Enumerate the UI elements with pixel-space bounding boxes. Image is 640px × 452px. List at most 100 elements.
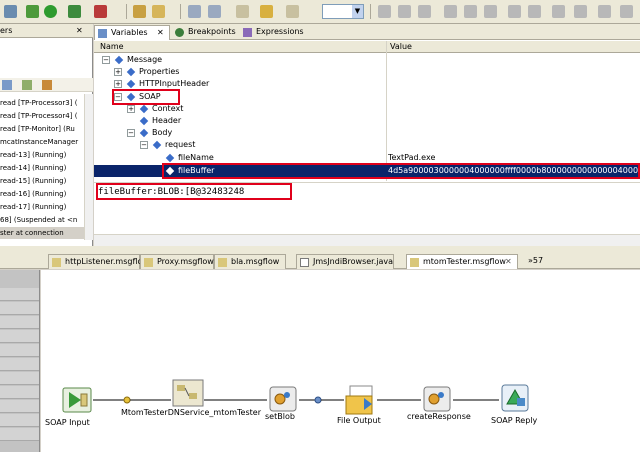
align-top-icon[interactable]: [444, 5, 457, 18]
match-width-icon[interactable]: [508, 5, 521, 18]
collapse-icon[interactable]: −: [140, 141, 148, 149]
tab-jmsjndibrowser[interactable]: JmsJndiBrowser.java: [296, 254, 394, 269]
layout-icon[interactable]: [620, 5, 633, 18]
tab-httplistener[interactable]: httpListener.msgflow: [48, 254, 149, 269]
prev-annotation-icon[interactable]: [236, 5, 249, 18]
use-step-filters-icon[interactable]: [42, 80, 52, 90]
thread-item[interactable]: read-15] (Running): [0, 175, 88, 187]
mtom-service-node[interactable]: [171, 378, 204, 407]
thread-item[interactable]: read [TP-Processor3] (: [0, 97, 88, 109]
palette-drawer[interactable]: [0, 414, 39, 427]
palette-drawer[interactable]: [0, 428, 39, 441]
palette-drawer[interactable]: [0, 344, 39, 357]
chevron-down-icon[interactable]: ▼: [352, 5, 363, 18]
forward-icon[interactable]: [286, 5, 299, 18]
palette-drawer[interactable]: [0, 372, 39, 385]
tree-row[interactable]: Header: [94, 115, 640, 127]
collapse-icon[interactable]: −: [102, 56, 110, 64]
thread-item[interactable]: mcatInstanceManager: [0, 136, 88, 148]
palette-drawer[interactable]: [0, 302, 39, 315]
tab-label: mtomTester.msgflow: [423, 257, 506, 266]
flow-canvas[interactable]: SOAP Input MtomTesterDNService_mtomTeste…: [41, 270, 640, 452]
next-annotation-icon[interactable]: [208, 5, 221, 18]
palette-drawer[interactable]: [0, 316, 39, 329]
external-tools-icon[interactable]: [94, 5, 107, 18]
align-center-icon[interactable]: [398, 5, 411, 18]
align-left-icon[interactable]: [378, 5, 391, 18]
step-icon[interactable]: [22, 80, 32, 90]
layout-icon[interactable]: [598, 5, 611, 18]
node-label: SOAP Reply: [491, 416, 538, 425]
tab-variables[interactable]: Variables ✕: [94, 25, 170, 40]
soap-input-node[interactable]: [61, 386, 93, 414]
tree-row[interactable]: − request: [94, 139, 640, 151]
horizontal-scrollbar[interactable]: [94, 234, 640, 246]
tab-label: httpListener.msgflow: [65, 257, 149, 266]
column-header-name[interactable]: Name: [100, 41, 124, 53]
thread-item[interactable]: 68] (Suspended at <n: [0, 214, 88, 226]
debug-icon[interactable]: [4, 5, 17, 18]
variable-icon: [165, 153, 175, 163]
variable-icon: [126, 79, 136, 89]
open-type-icon[interactable]: [133, 5, 146, 18]
tab-mtomtester[interactable]: mtomTester.msgflow ✕: [406, 254, 518, 269]
tab-overflow-button[interactable]: »57: [528, 256, 543, 265]
debug-view: ers ✕ read [TP-Processor3] ( read [TP-Pr…: [0, 24, 93, 246]
expand-icon[interactable]: +: [114, 68, 122, 76]
vertical-scrollbar[interactable]: [84, 94, 93, 240]
thread-item[interactable]: read [TP-Monitor] (Ru: [0, 123, 88, 135]
debug-run-icon[interactable]: [26, 5, 39, 18]
tab-proxy[interactable]: Proxy.msgflow: [140, 254, 214, 269]
resume-icon[interactable]: [2, 80, 12, 90]
thread-item[interactable]: read-13] (Running): [0, 149, 88, 161]
collapse-icon[interactable]: −: [127, 129, 135, 137]
expand-icon[interactable]: +: [127, 105, 135, 113]
coverage-icon[interactable]: [68, 5, 81, 18]
palette-drawer[interactable]: [0, 400, 39, 413]
tree-row[interactable]: − Message: [94, 54, 640, 66]
palette-drawer[interactable]: [0, 330, 39, 343]
match-height-icon[interactable]: [528, 5, 541, 18]
tab-expressions[interactable]: Expressions: [240, 25, 306, 40]
thread-item[interactable]: read [TP-Processor4] (: [0, 110, 88, 122]
breakpoints-icon: [175, 28, 184, 37]
close-icon[interactable]: ✕: [505, 255, 512, 269]
debug-view-tabbar: ers ✕: [0, 24, 93, 38]
palette: [0, 270, 40, 452]
palette-drawer[interactable]: [0, 288, 39, 301]
close-icon[interactable]: ✕: [76, 26, 83, 35]
layout-icon[interactable]: [552, 5, 565, 18]
tree-row[interactable]: − Body: [94, 127, 640, 139]
tab-breakpoints[interactable]: Breakpoints: [172, 25, 238, 40]
main-toolbar: ▼: [0, 0, 640, 24]
search-icon[interactable]: [152, 5, 165, 18]
thread-item[interactable]: read-16] (Running): [0, 188, 88, 200]
palette-drawer[interactable]: [0, 386, 39, 399]
thread-item[interactable]: read-17] (Running): [0, 201, 88, 213]
expand-icon[interactable]: +: [114, 80, 122, 88]
create-response-node[interactable]: [421, 384, 453, 412]
close-icon[interactable]: ✕: [157, 26, 164, 40]
align-middle-icon[interactable]: [464, 5, 477, 18]
layout-icon[interactable]: [574, 5, 587, 18]
soap-reply-node[interactable]: [499, 382, 531, 412]
back-icon[interactable]: [260, 5, 273, 18]
palette-drawer[interactable]: [0, 358, 39, 371]
tab-bla[interactable]: bla.msgflow: [214, 254, 286, 269]
thread-item-selected[interactable]: ster at connection: [0, 227, 88, 239]
variable-icon: [139, 104, 149, 114]
variable-icon: [139, 128, 149, 138]
thread-item[interactable]: read-14] (Running): [0, 162, 88, 174]
align-bottom-icon[interactable]: [484, 5, 497, 18]
setblob-node[interactable]: [267, 384, 299, 412]
annotation-icon[interactable]: [188, 5, 201, 18]
tab-label: bla.msgflow: [231, 257, 280, 266]
debug-view-tab[interactable]: ers: [0, 26, 12, 35]
align-right-icon[interactable]: [418, 5, 431, 18]
variables-view-tabbar: Variables ✕ Breakpoints Expressions: [94, 24, 640, 40]
tree-row[interactable]: + Properties: [94, 66, 640, 78]
toolbar-separator: [370, 4, 371, 19]
file-output-node[interactable]: [344, 384, 376, 415]
run-icon[interactable]: [44, 5, 57, 18]
column-header-value[interactable]: Value: [390, 41, 412, 53]
